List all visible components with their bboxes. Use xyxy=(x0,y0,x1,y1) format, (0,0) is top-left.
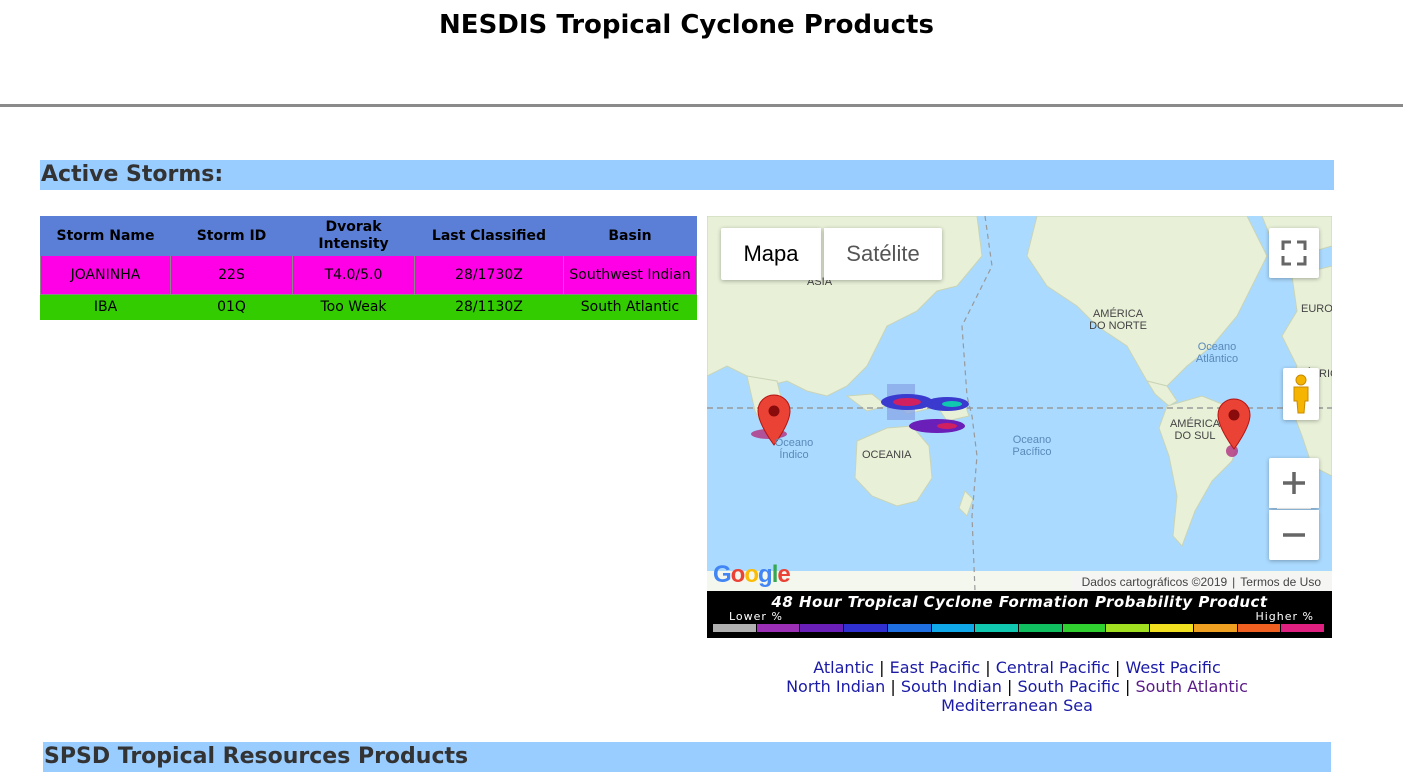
zoom-divider xyxy=(1277,508,1311,509)
legend-swatch xyxy=(713,624,756,632)
map-label-atlantic: Oceano Atlântico xyxy=(1195,341,1239,365)
fullscreen-icon xyxy=(1281,240,1307,266)
storm-name-cell: IBA xyxy=(40,294,171,320)
zoom-out-icon xyxy=(1283,533,1305,537)
satellite-view-button[interactable]: Satélite xyxy=(824,228,942,280)
map-label-pacific: Oceano Pacífico xyxy=(1012,434,1052,458)
link-west-pacific[interactable]: West Pacific xyxy=(1125,658,1220,677)
legend-color-scale xyxy=(713,624,1325,632)
link-south-atlantic[interactable]: South Atlantic xyxy=(1135,677,1247,696)
map-label-oceania: OCEANIA xyxy=(862,449,912,461)
link-mediterranean-sea[interactable]: Mediterranean Sea xyxy=(941,696,1093,715)
zoom-in-button[interactable] xyxy=(1269,458,1319,508)
map-data-credit: Dados cartográficos ©2019 xyxy=(1081,575,1228,589)
link-east-pacific[interactable]: East Pacific xyxy=(890,658,980,677)
legend-swatch xyxy=(1237,624,1281,632)
legend-swatch xyxy=(1019,624,1062,632)
map-label-indian: Oceano Índico xyxy=(774,437,814,461)
fullscreen-button[interactable] xyxy=(1269,228,1319,278)
legend-lower-label: Lower % xyxy=(729,610,783,623)
storm-id-cell: 01Q xyxy=(170,294,293,320)
legend-title: 48 Hour Tropical Cyclone Formation Proba… xyxy=(771,593,1268,611)
table-row[interactable]: JOANINHA 22S T4.0/5.0 28/1730Z Southwest… xyxy=(40,255,697,295)
pegman-icon xyxy=(1293,374,1309,414)
col-dvorak-intensity: Dvorak Intensity xyxy=(292,216,415,256)
active-storms-header: Active Storms: xyxy=(40,160,1334,190)
storm-map[interactable]: ÁSIA AMÉRICA DO NORTE EURO Oceano Atlânt… xyxy=(707,216,1332,591)
legend-swatch xyxy=(975,624,1018,632)
basin-cell: South Atlantic xyxy=(563,294,697,320)
col-basin: Basin xyxy=(563,216,697,256)
legend-swatch xyxy=(1193,624,1237,632)
zoom-in-icon xyxy=(1283,472,1305,494)
storm-name-cell: JOANINHA xyxy=(40,255,171,295)
legend-swatch xyxy=(1062,624,1106,632)
google-logo: Google xyxy=(713,561,791,588)
legend-swatch xyxy=(1150,624,1193,632)
storm-id-cell: 22S xyxy=(170,255,293,295)
map-label-europe: EURO xyxy=(1301,303,1332,315)
col-last-classified: Last Classified xyxy=(414,216,564,256)
legend-swatch xyxy=(844,624,887,632)
dvorak-cell: T4.0/5.0 xyxy=(292,255,415,295)
active-storms-table: Storm Name Storm ID Dvorak Intensity Las… xyxy=(40,216,697,320)
basin-cell: Southwest Indian xyxy=(563,255,697,295)
link-atlantic[interactable]: Atlantic xyxy=(813,658,874,677)
link-south-pacific[interactable]: South Pacific xyxy=(1017,677,1119,696)
page-title: NESDIS Tropical Cyclone Products xyxy=(439,10,934,40)
link-south-indian[interactable]: South Indian xyxy=(901,677,1002,696)
legend-higher-label: Higher % xyxy=(1255,610,1314,623)
legend-swatch xyxy=(1106,624,1150,632)
classified-cell: 28/1730Z xyxy=(414,255,564,295)
link-central-pacific[interactable]: Central Pacific xyxy=(996,658,1110,677)
next-section-header: SPSD Tropical Resources Products xyxy=(43,742,1331,772)
dvorak-cell: Too Weak xyxy=(292,294,415,320)
street-view-button[interactable] xyxy=(1283,368,1319,420)
probability-legend: 48 Hour Tropical Cyclone Formation Proba… xyxy=(707,591,1332,638)
legend-swatch xyxy=(1281,624,1324,632)
col-storm-name: Storm Name xyxy=(40,216,171,256)
zoom-out-button[interactable] xyxy=(1269,510,1319,560)
map-label-south-america: AMÉRICA DO SUL xyxy=(1169,418,1221,442)
basin-links: Atlantic | East Pacific | Central Pacifi… xyxy=(786,658,1248,715)
map-view-button[interactable]: Mapa xyxy=(721,228,821,280)
legend-swatch xyxy=(887,624,931,632)
legend-swatch xyxy=(756,624,800,632)
map-attribution: Dados cartográficos ©2019 | Termos de Uso xyxy=(1070,573,1332,591)
header-divider xyxy=(0,104,1403,107)
legend-swatch xyxy=(800,624,844,632)
legend-swatch xyxy=(931,624,975,632)
terms-link[interactable]: Termos de Uso xyxy=(1235,575,1326,589)
classified-cell: 28/1130Z xyxy=(414,294,564,320)
link-north-indian[interactable]: North Indian xyxy=(786,677,885,696)
map-label-north-america: AMÉRICA DO NORTE xyxy=(1089,308,1147,332)
table-row[interactable]: IBA 01Q Too Weak 28/1130Z South Atlantic xyxy=(40,294,697,320)
table-header-row: Storm Name Storm ID Dvorak Intensity Las… xyxy=(40,216,697,256)
col-storm-id: Storm ID xyxy=(170,216,293,256)
